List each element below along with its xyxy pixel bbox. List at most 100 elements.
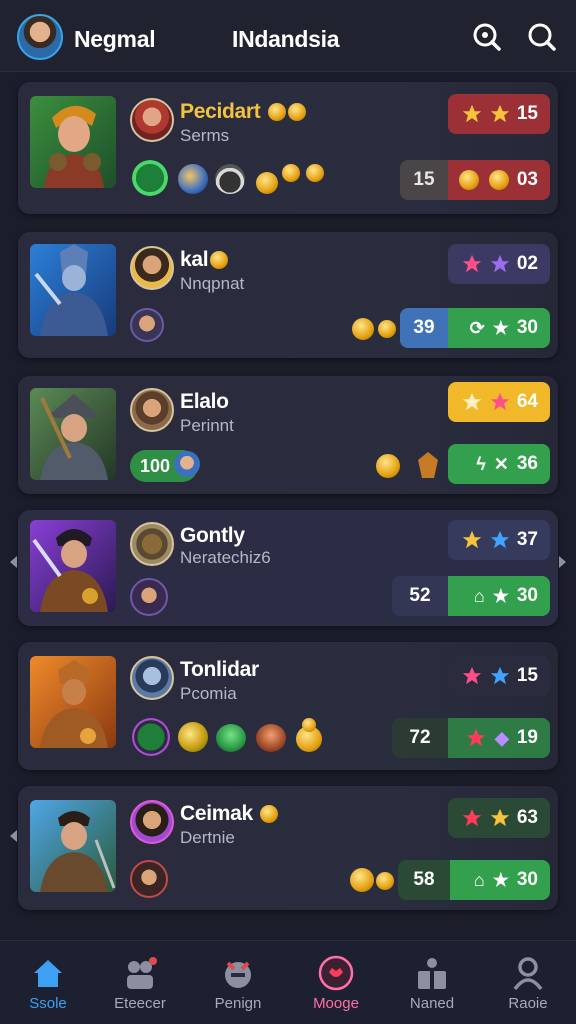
shop-icon bbox=[418, 958, 446, 989]
guild-badge bbox=[130, 308, 164, 342]
rating-badge[interactable]: 15 bbox=[448, 656, 550, 696]
score-right-value: 30 bbox=[516, 317, 538, 338]
rating-value: 15 bbox=[516, 665, 538, 686]
hero-icon bbox=[318, 955, 354, 991]
player-card[interactable]: Elalo Perinnt 100 64 ϟ ✕ 36 bbox=[18, 376, 558, 494]
search-icon[interactable] bbox=[527, 22, 557, 52]
coin-icon bbox=[488, 170, 509, 190]
nav-label-shop: Naned bbox=[409, 995, 455, 1012]
score-left: 58 bbox=[398, 860, 450, 900]
shield-badge-icon bbox=[132, 718, 170, 756]
player-card[interactable]: Tonlidar Pcomia 15 72 ◆ 19 bbox=[18, 642, 558, 770]
score-bar[interactable]: 58 ⌂ ★ 30 bbox=[398, 860, 550, 900]
score-left: 15 bbox=[400, 160, 448, 200]
score-right-value: 30 bbox=[516, 585, 538, 606]
username: Negmal bbox=[74, 26, 156, 52]
nav-item-shop[interactable]: Naned bbox=[384, 941, 480, 1024]
player-avatar bbox=[130, 656, 174, 700]
feather-icon: ◆ bbox=[495, 727, 509, 748]
score-right: ◆ 19 bbox=[448, 718, 550, 758]
nav-item-home[interactable]: Ssole bbox=[0, 941, 96, 1024]
star-icon bbox=[462, 392, 482, 411]
player-card[interactable]: Pecidart Serms 15 15 03 bbox=[18, 82, 558, 214]
user-avatar[interactable] bbox=[17, 14, 63, 60]
player-subtitle: Serms bbox=[180, 126, 230, 145]
score-bar[interactable]: 39 ⟳ ★ 30 bbox=[400, 308, 550, 348]
class-icon bbox=[174, 451, 200, 477]
coin-icon bbox=[210, 251, 229, 270]
nav-item-character[interactable]: Penign bbox=[190, 941, 286, 1024]
team-icon bbox=[127, 957, 157, 989]
guild-badge bbox=[130, 578, 168, 616]
player-card[interactable]: kal Nnqpnat 02 39 ⟳ ★ 30 bbox=[18, 232, 558, 358]
nav-item-team[interactable]: Eteecer bbox=[92, 941, 188, 1024]
coin-icon bbox=[350, 868, 374, 892]
rating-badge[interactable]: 15 bbox=[448, 94, 550, 134]
level-value: 100 bbox=[140, 455, 171, 476]
score-right: ⌂ ★ 30 bbox=[448, 576, 550, 616]
nav-label-team: Eteecer bbox=[114, 995, 166, 1012]
coin-icon bbox=[378, 320, 396, 338]
score-bar[interactable]: 52 ⌂ ★ 30 bbox=[392, 576, 550, 616]
shield-badge-icon bbox=[132, 160, 168, 196]
score-left: 39 bbox=[400, 308, 448, 348]
player-name: Pecidart bbox=[180, 100, 307, 124]
star-icon bbox=[490, 392, 510, 411]
hero-portrait bbox=[30, 244, 116, 336]
player-avatar bbox=[130, 800, 174, 844]
star-icon bbox=[462, 530, 482, 549]
score-right-value: 19 bbox=[516, 727, 538, 748]
guild-badge bbox=[130, 860, 168, 898]
coin-icon bbox=[352, 318, 374, 340]
player-subtitle: Perinnt bbox=[180, 416, 234, 435]
score-bar[interactable]: 72 ◆ 19 bbox=[392, 718, 550, 758]
player-name: kal bbox=[180, 248, 229, 272]
helmet-icon bbox=[215, 164, 245, 194]
star-icon: ★ bbox=[492, 869, 509, 890]
rating-badge[interactable]: 37 bbox=[448, 520, 550, 560]
coin-icon bbox=[458, 170, 479, 190]
player-avatar bbox=[130, 522, 174, 566]
chest-icon bbox=[256, 724, 286, 752]
player-card[interactable]: Ceimak Dertnie 63 58 ⌂ ★ 30 bbox=[18, 786, 558, 910]
star-icon bbox=[462, 666, 482, 685]
scroll-left-arrow-icon[interactable] bbox=[10, 556, 17, 568]
shield-up-icon: ⌂ bbox=[473, 585, 485, 606]
orb-icon bbox=[178, 722, 208, 752]
player-subtitle: Nnqpnat bbox=[180, 274, 245, 293]
profile-icon bbox=[513, 957, 543, 991]
score-bar[interactable]: 15 03 bbox=[400, 160, 550, 200]
scroll-right-arrow-icon[interactable] bbox=[559, 556, 566, 568]
nav-label-character: Penign bbox=[214, 995, 262, 1012]
home-icon bbox=[34, 960, 62, 987]
coin-icon bbox=[376, 872, 394, 890]
coin-icon bbox=[256, 172, 278, 194]
rating-value: 02 bbox=[516, 253, 538, 274]
rating-badge[interactable]: 64 bbox=[448, 382, 550, 422]
hero-portrait bbox=[30, 388, 116, 480]
player-card[interactable]: Gontly Neratechiz6 37 52 ⌂ ★ 30 bbox=[18, 510, 558, 626]
hero-portrait bbox=[30, 520, 116, 612]
rating-badge[interactable]: 63 bbox=[448, 798, 550, 838]
nav-label-home: Ssole bbox=[29, 995, 67, 1012]
scroll-left-arrow-icon[interactable] bbox=[10, 830, 17, 842]
help-search-icon[interactable] bbox=[472, 22, 502, 52]
score-bar[interactable]: ϟ ✕ 36 bbox=[448, 444, 550, 484]
nav-label-profile: Raoie bbox=[508, 995, 548, 1012]
star-icon: ★ bbox=[492, 585, 509, 606]
region-name: INdandsia bbox=[232, 26, 340, 52]
rating-badge[interactable]: 02 bbox=[448, 244, 550, 284]
hero-portrait bbox=[30, 800, 116, 892]
score-right-value: 30 bbox=[516, 869, 538, 890]
score-right: ⌂ ★ 30 bbox=[450, 860, 550, 900]
player-name: Tonlidar bbox=[180, 658, 259, 681]
nav-item-profile[interactable]: Raoie bbox=[480, 941, 576, 1024]
player-name: Gontly bbox=[180, 524, 245, 547]
coin-icon bbox=[260, 805, 279, 824]
star-icon bbox=[462, 104, 482, 123]
hero-portrait bbox=[30, 656, 116, 748]
star-icon bbox=[466, 728, 486, 747]
nav-item-hero[interactable]: Mooge bbox=[288, 941, 384, 1024]
rating-value: 15 bbox=[516, 103, 538, 124]
bottom-navigation: Ssole Eteecer Penign Mooge Naned Raoie bbox=[0, 940, 576, 1024]
